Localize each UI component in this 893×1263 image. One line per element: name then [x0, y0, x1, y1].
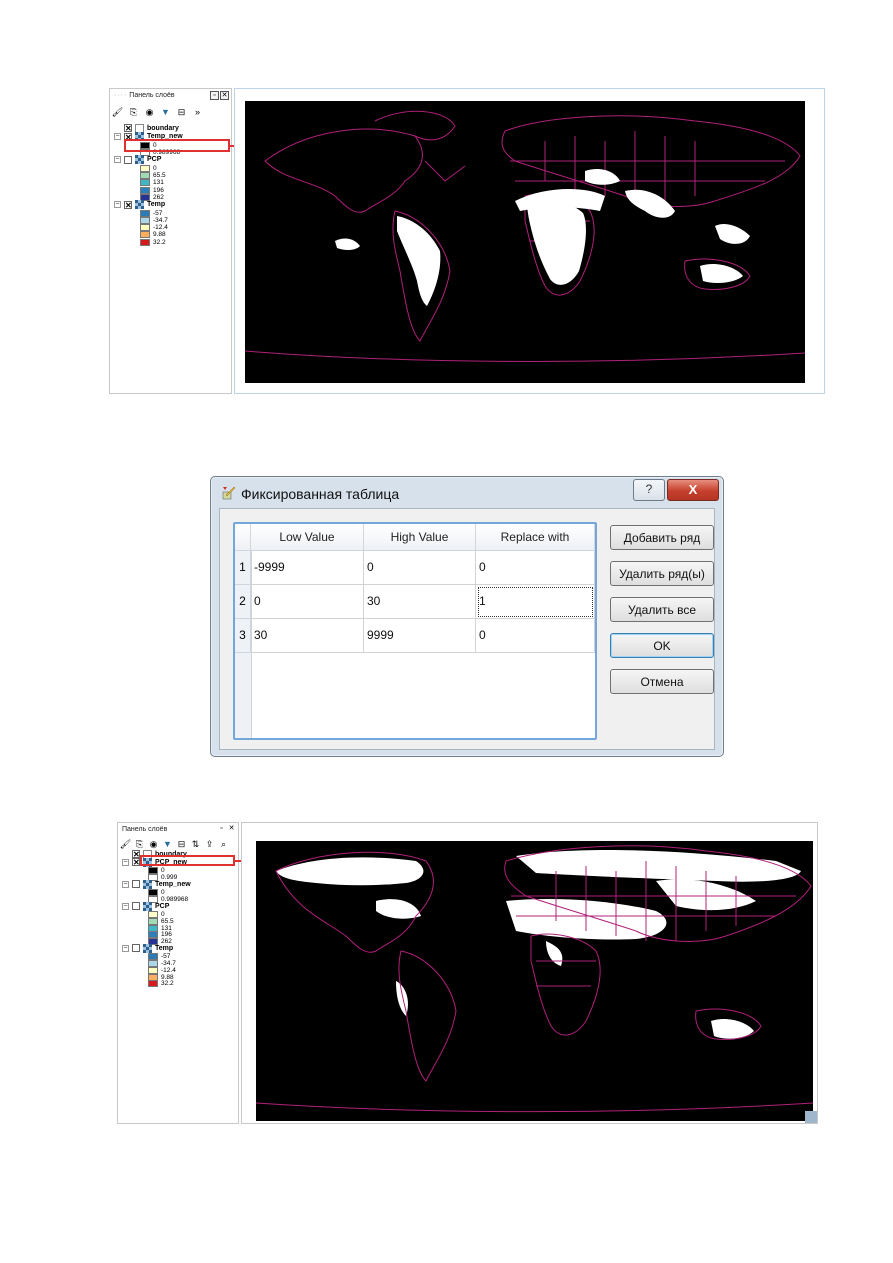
cancel-button[interactable]: Отмена — [610, 669, 714, 694]
row-number[interactable]: 1 — [235, 551, 251, 585]
close-button[interactable]: X — [667, 479, 719, 501]
expand-toggle-icon[interactable]: − — [114, 156, 121, 164]
legend-value: 32.2 — [161, 980, 174, 988]
layers-panel-1: ···· Панель слоёв ▫ ✕ 🖌 ⎘ ◉ ▼ ⊟ » ✕ bound… — [109, 88, 232, 394]
layer-visibility-checkbox[interactable] — [132, 944, 140, 953]
selected-layer-highlight — [140, 855, 235, 866]
float-panel-icon[interactable]: ▫ — [210, 91, 219, 100]
column-header-replace[interactable]: Replace with — [476, 524, 595, 551]
style-brush-icon[interactable]: 🖌 — [120, 839, 131, 850]
world-map-raster — [245, 110, 805, 362]
layers-panel-2: Панель слоёв ▫ ✕ 🖌 ⎘ ◉ ▼ ⊟ ⇅ ⇪ ⌕ ✕ bounda… — [117, 822, 239, 1124]
calculator-pencil-icon — [222, 486, 236, 500]
float-panel-icon[interactable]: ▫ — [217, 825, 226, 834]
world-map-raster — [256, 845, 813, 1113]
legend-swatch — [140, 238, 150, 246]
close-panel-icon[interactable]: ✕ — [220, 91, 229, 100]
delete-rows-button[interactable]: Удалить ряд(ы) — [610, 561, 714, 586]
layer-tree: ✕ boundary − ✕ PCP_new 0 0.999− Temp_new 0 0.9899… — [118, 849, 238, 1123]
corner-header — [235, 524, 251, 551]
expand-toggle-icon[interactable]: − — [114, 201, 121, 208]
layer-name: boundary — [147, 124, 179, 132]
legend-swatch — [148, 980, 158, 988]
layer-name: Temp — [147, 201, 166, 208]
cell-high-value[interactable]: 30 — [364, 585, 476, 619]
expand-all-icon[interactable]: ⊟ — [176, 839, 187, 850]
layer-visibility-checkbox[interactable] — [132, 880, 140, 889]
filter-icon[interactable]: ▼ — [160, 107, 171, 118]
style-brush-icon[interactable]: 🖌 — [112, 107, 123, 118]
visibility-eye-icon[interactable]: ◉ — [148, 839, 159, 850]
layer-visibility-checkbox[interactable] — [132, 902, 140, 911]
filter-icon[interactable]: ▼ — [162, 839, 173, 850]
layer-visibility-checkbox[interactable]: ✕ — [124, 200, 132, 209]
dialog-body: Low Value High Value Replace with 1 -999… — [219, 508, 715, 750]
layer-tree: ✕ boundary − ✕ Temp_new 0 0.989968− PCP 0 65.5 131… — [110, 123, 231, 393]
move-up-icon[interactable]: ⇅ — [190, 839, 201, 850]
visibility-eye-icon[interactable]: ◉ — [144, 107, 155, 118]
expand-toggle-icon[interactable]: − — [122, 880, 129, 888]
selected-layer-highlight — [124, 139, 230, 152]
resize-grip-icon[interactable] — [805, 1111, 817, 1123]
close-panel-icon[interactable]: ✕ — [227, 825, 236, 834]
cell-replace-with-focused[interactable]: 1 — [476, 585, 595, 619]
column-header-high[interactable]: High Value — [364, 524, 476, 551]
expand-toggle-icon[interactable]: − — [122, 902, 129, 910]
reclass-table[interactable]: Low Value High Value Replace with 1 -999… — [233, 522, 597, 740]
map-view[interactable] — [256, 841, 813, 1121]
zoom-layer-icon[interactable]: ⌕ — [218, 839, 229, 850]
cell-replace-with[interactable]: 0 — [476, 619, 595, 653]
layer-visibility-checkbox[interactable]: ✕ — [132, 858, 140, 867]
cell-low-value[interactable]: 30 — [251, 619, 364, 653]
row-number[interactable]: 2 — [235, 585, 251, 619]
add-group-icon[interactable]: ⎘ — [128, 107, 139, 118]
layer-visibility-checkbox[interactable] — [124, 155, 132, 164]
add-group-icon[interactable]: ⎘ — [134, 839, 145, 850]
map-canvas-1[interactable] — [234, 88, 825, 394]
cell-low-value[interactable]: -9999 — [251, 551, 364, 585]
expand-toggle-icon[interactable]: − — [114, 133, 121, 141]
layers-panel-title: Панель слоёв — [129, 92, 175, 99]
legend-item: 32.2 — [140, 237, 166, 247]
layers-panel-title: Панель слоёв — [122, 826, 168, 833]
dialog-title: Фиксированная таблица — [241, 486, 400, 502]
help-button[interactable]: ? — [633, 479, 665, 501]
cell-high-value[interactable]: 9999 — [364, 619, 476, 653]
map-canvas-2[interactable] — [241, 822, 818, 1124]
cell-replace-with[interactable]: 0 — [476, 551, 595, 585]
cell-low-value[interactable]: 0 — [251, 585, 364, 619]
expand-toggle-icon[interactable]: − — [122, 858, 129, 866]
layer-name: PCP — [147, 156, 162, 164]
expand-all-icon[interactable]: ⊟ — [176, 107, 187, 118]
expand-toggle-icon[interactable]: − — [122, 944, 129, 952]
row-number[interactable]: 3 — [235, 619, 251, 653]
ok-button[interactable]: OK — [610, 633, 714, 658]
reclass-table-dialog: Фиксированная таблица ? X Low Value High… — [210, 476, 724, 757]
cell-high-value[interactable]: 0 — [364, 551, 476, 585]
legend-value: 32.2 — [153, 238, 166, 246]
map-view[interactable] — [245, 101, 805, 383]
legend-item: 32.2 — [148, 979, 174, 989]
column-header-low[interactable]: Low Value — [251, 524, 364, 551]
add-row-button[interactable]: Добавить ряд — [610, 525, 714, 550]
delete-all-button[interactable]: Удалить все — [610, 597, 714, 622]
more-tools-icon[interactable]: » — [192, 107, 203, 118]
layers-toolbar: 🖌 ⎘ ◉ ▼ ⊟ » — [112, 104, 229, 120]
remove-layer-icon[interactable]: ⇪ — [204, 839, 215, 850]
